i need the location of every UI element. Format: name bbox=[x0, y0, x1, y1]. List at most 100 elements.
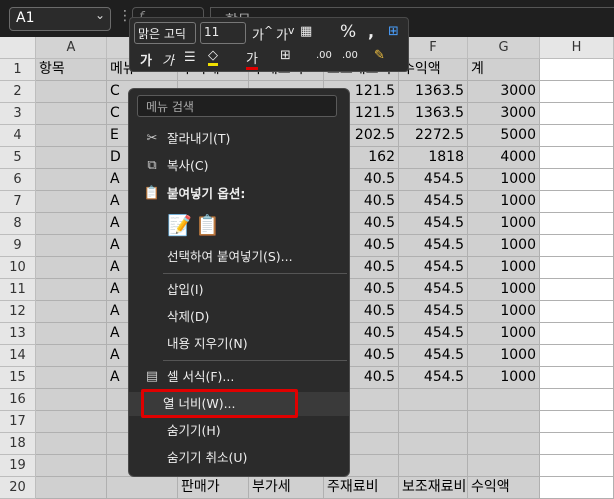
table-cell[interactable] bbox=[540, 147, 614, 169]
table-cell[interactable] bbox=[540, 323, 614, 345]
row-header[interactable]: 8 bbox=[0, 213, 36, 235]
table-cell[interactable] bbox=[540, 81, 614, 103]
table-cell[interactable] bbox=[36, 125, 107, 147]
menu-item-insert[interactable]: 삽입(I) bbox=[133, 278, 347, 302]
table-cell[interactable] bbox=[540, 477, 614, 499]
table-cell[interactable] bbox=[36, 235, 107, 257]
row-header[interactable]: 7 bbox=[0, 191, 36, 213]
table-cell[interactable]: 계 bbox=[468, 59, 540, 81]
table-cell[interactable] bbox=[540, 125, 614, 147]
row-header[interactable]: 20 bbox=[0, 477, 36, 499]
menu-item-hide[interactable]: 숨기기(H) bbox=[133, 419, 347, 443]
table-cell[interactable] bbox=[399, 433, 468, 455]
table-cell[interactable] bbox=[540, 257, 614, 279]
fill-color-icon[interactable]: ◇ bbox=[208, 48, 218, 66]
row-header[interactable]: 9 bbox=[0, 235, 36, 257]
table-cell[interactable] bbox=[540, 59, 614, 81]
column-header[interactable]: G bbox=[468, 37, 540, 59]
table-cell[interactable]: 454.5 bbox=[399, 323, 468, 345]
row-header[interactable]: 12 bbox=[0, 301, 36, 323]
table-cell[interactable] bbox=[540, 235, 614, 257]
table-cell[interactable]: 2272.5 bbox=[399, 125, 468, 147]
increase-font-icon[interactable]: 가^ bbox=[252, 24, 273, 43]
table-cell[interactable]: 454.5 bbox=[399, 235, 468, 257]
table-cell[interactable] bbox=[540, 301, 614, 323]
paste-formatting-icon[interactable]: 📝 bbox=[167, 213, 192, 237]
table-cell[interactable]: 1000 bbox=[468, 345, 540, 367]
row-header[interactable]: 6 bbox=[0, 169, 36, 191]
menu-item-paste-special[interactable]: 선택하여 붙여넣기(S)... bbox=[133, 245, 347, 269]
borders-icon[interactable]: ⊞ bbox=[280, 48, 291, 63]
table-cell[interactable] bbox=[540, 389, 614, 411]
table-cell[interactable]: 454.5 bbox=[399, 345, 468, 367]
bold-icon[interactable]: 가 bbox=[140, 50, 152, 69]
column-header[interactable]: H bbox=[540, 37, 614, 59]
paste-clipboard-icon[interactable]: 📋 bbox=[195, 213, 220, 237]
table-cell[interactable] bbox=[36, 147, 107, 169]
table-cell[interactable]: 1000 bbox=[468, 323, 540, 345]
font-name-select[interactable]: 맑은 고딕 bbox=[134, 22, 196, 44]
table-cell[interactable]: 1000 bbox=[468, 279, 540, 301]
table-cell[interactable] bbox=[36, 323, 107, 345]
format-painter-icon[interactable]: ✎ bbox=[374, 48, 385, 63]
row-header[interactable]: 10 bbox=[0, 257, 36, 279]
table-cell[interactable] bbox=[468, 455, 540, 477]
table-cell[interactable]: 보조재료비 bbox=[399, 477, 468, 499]
decrease-decimal-icon[interactable]: .00 bbox=[342, 50, 358, 61]
table-cell[interactable] bbox=[540, 433, 614, 455]
table-cell[interactable] bbox=[36, 433, 107, 455]
table-cell[interactable]: 판매가 bbox=[178, 477, 249, 499]
align-center-icon[interactable]: ☰ bbox=[184, 50, 196, 65]
table-cell[interactable] bbox=[468, 389, 540, 411]
menu-item-copy[interactable]: ⧉ 복사(C) bbox=[133, 154, 347, 178]
table-cell[interactable] bbox=[399, 455, 468, 477]
table-cell[interactable]: 3000 bbox=[468, 81, 540, 103]
table-cell[interactable] bbox=[36, 257, 107, 279]
table-cell[interactable] bbox=[36, 389, 107, 411]
table-cell[interactable] bbox=[540, 411, 614, 433]
table-cell[interactable] bbox=[36, 169, 107, 191]
table-cell[interactable]: 454.5 bbox=[399, 301, 468, 323]
row-header[interactable]: 4 bbox=[0, 125, 36, 147]
table-cell[interactable]: 5000 bbox=[468, 125, 540, 147]
table-cell[interactable] bbox=[36, 367, 107, 389]
table-cell[interactable] bbox=[36, 477, 107, 499]
table-cell[interactable]: 수익액 bbox=[399, 59, 468, 81]
table-cell[interactable] bbox=[468, 411, 540, 433]
table-cell[interactable]: 1000 bbox=[468, 191, 540, 213]
row-header[interactable]: 18 bbox=[0, 433, 36, 455]
table-cell[interactable] bbox=[107, 477, 178, 499]
table-cell[interactable]: 1363.5 bbox=[399, 81, 468, 103]
column-header[interactable]: A bbox=[36, 37, 107, 59]
row-header[interactable]: 14 bbox=[0, 345, 36, 367]
table-cell[interactable] bbox=[36, 455, 107, 477]
table-cell[interactable] bbox=[399, 411, 468, 433]
table-cell[interactable] bbox=[540, 213, 614, 235]
menu-item-format-cells[interactable]: ▤ 셀 서식(F)... bbox=[133, 365, 347, 389]
table-cell[interactable]: 1818 bbox=[399, 147, 468, 169]
table-cell[interactable] bbox=[36, 301, 107, 323]
row-header[interactable]: 5 bbox=[0, 147, 36, 169]
merge-center-icon[interactable]: ⊞ bbox=[388, 24, 399, 39]
table-cell[interactable]: 1000 bbox=[468, 257, 540, 279]
row-header[interactable]: 16 bbox=[0, 389, 36, 411]
menu-item-clear[interactable]: 내용 지우기(N) bbox=[133, 332, 347, 356]
row-header[interactable]: 19 bbox=[0, 455, 36, 477]
table-cell[interactable] bbox=[36, 103, 107, 125]
select-all-corner[interactable] bbox=[0, 37, 36, 59]
accounting-format-icon[interactable]: ▦ bbox=[300, 24, 312, 39]
table-cell[interactable]: 4000 bbox=[468, 147, 540, 169]
name-box[interactable]: A1 ⌄ bbox=[9, 7, 111, 31]
table-cell[interactable]: 1000 bbox=[468, 367, 540, 389]
table-cell[interactable]: 주재료비 bbox=[324, 477, 399, 499]
font-size-select[interactable]: 11 bbox=[200, 22, 246, 44]
menu-item-cut[interactable]: ✂ 잘라내기(T) bbox=[133, 127, 347, 151]
menu-item-unhide[interactable]: 숨기기 취소(U) bbox=[133, 446, 347, 470]
table-cell[interactable] bbox=[540, 103, 614, 125]
table-cell[interactable]: 454.5 bbox=[399, 257, 468, 279]
table-cell[interactable]: 항목 bbox=[36, 59, 107, 81]
table-cell[interactable] bbox=[540, 367, 614, 389]
italic-icon[interactable]: 가 bbox=[162, 50, 174, 69]
table-cell[interactable]: 454.5 bbox=[399, 279, 468, 301]
table-cell[interactable] bbox=[468, 433, 540, 455]
